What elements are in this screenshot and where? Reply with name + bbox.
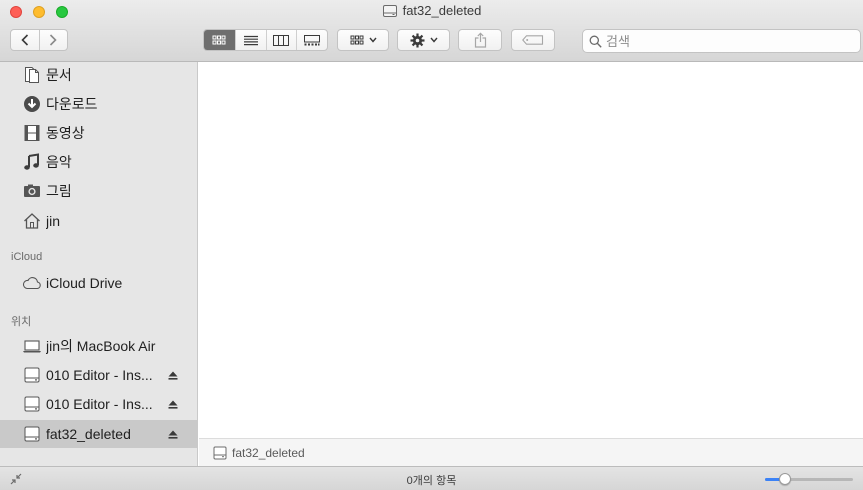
disk-icon — [22, 365, 42, 385]
camera-icon — [22, 181, 42, 201]
sidebar-item-label: fat32_deleted — [46, 426, 131, 442]
eject-button[interactable] — [163, 371, 183, 380]
sidebar-item-label: 문서 — [46, 67, 72, 83]
disk-icon — [22, 394, 42, 414]
sidebar-item-icloud-drive[interactable]: iCloud Drive — [0, 270, 197, 296]
path-bar: fat32_deleted — [199, 438, 863, 466]
sidebar: 문서 다운로드 동영상 음악 그림 jin iCloud iCloud Driv… — [0, 62, 198, 467]
sidebar-item-music[interactable]: 음악 — [0, 149, 197, 175]
path-bar-item[interactable]: fat32_deleted — [232, 446, 305, 460]
sidebar-item-label: 010 Editor - Ins... — [46, 367, 153, 383]
finder-window: fat32_deleted 검색 문서 다운로드 동영상 음악 그림 jin i… — [0, 0, 863, 490]
film-icon — [22, 123, 42, 143]
sidebar-item-macbook[interactable]: jin의 MacBook Air — [0, 333, 197, 359]
group-by-button[interactable] — [337, 29, 389, 51]
sidebar-item-volume-fat32-deleted[interactable]: fat32_deleted — [0, 420, 197, 448]
icon-grid-icon — [212, 35, 226, 45]
tag-icon — [522, 35, 544, 45]
share-button[interactable] — [458, 29, 502, 51]
disk-icon — [22, 424, 42, 444]
laptop-icon — [22, 336, 42, 356]
sidebar-item-movies[interactable]: 동영상 — [0, 120, 197, 146]
music-note-icon — [22, 152, 42, 172]
eject-button[interactable] — [163, 430, 183, 439]
sidebar-item-label: 010 Editor - Ins... — [46, 396, 153, 412]
disk-icon — [213, 446, 227, 459]
sidebar-item-label: 음악 — [46, 154, 72, 170]
disk-icon — [382, 4, 397, 17]
sidebar-item-label: jin — [46, 213, 61, 229]
eject-icon — [168, 371, 178, 380]
list-view-button[interactable] — [234, 30, 266, 50]
icon-view-button[interactable] — [204, 30, 235, 50]
sidebar-item-label: 다운로드 — [46, 96, 98, 112]
icon-size-slider[interactable] — [765, 473, 853, 485]
window-title-area: fat32_deleted — [0, 3, 863, 21]
search-input[interactable] — [606, 33, 846, 49]
back-button[interactable] — [11, 30, 39, 50]
eject-icon — [168, 400, 178, 409]
sidebar-section-header-icloud: iCloud — [11, 251, 43, 263]
gallery-view-button[interactable] — [296, 30, 327, 50]
sidebar-item-pictures[interactable]: 그림 — [0, 178, 197, 204]
navigation-buttons — [10, 29, 68, 51]
gear-icon — [410, 33, 424, 47]
window-title: fat32_deleted — [402, 3, 482, 18]
sidebar-item-volume-010-editor-1[interactable]: 010 Editor - Ins... — [0, 362, 197, 388]
chevron-left-icon — [21, 34, 29, 46]
eject-icon — [168, 430, 178, 439]
grid-arrange-icon — [350, 35, 363, 45]
chevron-down-icon — [429, 37, 438, 43]
slider-knob[interactable] — [778, 473, 791, 485]
sidebar-item-home[interactable]: jin — [0, 208, 197, 234]
chevron-down-icon — [368, 37, 377, 43]
sidebar-item-label: 동영상 — [46, 125, 85, 141]
sidebar-item-volume-010-editor-2[interactable]: 010 Editor - Ins... — [0, 391, 197, 417]
view-mode-segmented-control — [203, 29, 328, 51]
chevron-right-icon — [50, 34, 58, 46]
column-view-button[interactable] — [265, 30, 297, 50]
status-bar: 0개의 항목 — [0, 466, 863, 490]
search-icon — [589, 35, 602, 48]
gallery-icon — [304, 34, 321, 45]
cloud-icon — [22, 273, 42, 293]
file-browser-content[interactable] — [199, 62, 863, 438]
share-icon — [474, 32, 486, 48]
document-icon — [22, 65, 42, 85]
sidebar-item-downloads[interactable]: 다운로드 — [0, 91, 197, 117]
forward-button[interactable] — [38, 30, 67, 50]
item-count-label: 0개의 항목 — [406, 475, 457, 487]
list-icon — [243, 35, 258, 45]
tags-button[interactable] — [511, 29, 555, 51]
home-icon — [22, 211, 42, 231]
columns-icon — [273, 34, 290, 46]
sidebar-item-label: jin의 MacBook Air — [46, 338, 156, 354]
sidebar-item-documents[interactable]: 문서 — [0, 62, 197, 88]
toolbar: fat32_deleted — [0, 0, 863, 62]
sidebar-item-label: 그림 — [46, 183, 72, 199]
sidebar-section-header-locations: 위치 — [11, 316, 32, 328]
download-icon — [22, 94, 42, 114]
search-field[interactable] — [582, 29, 861, 53]
eject-button[interactable] — [163, 400, 183, 409]
action-menu-button[interactable] — [397, 29, 450, 51]
sidebar-item-label: iCloud Drive — [46, 275, 123, 291]
